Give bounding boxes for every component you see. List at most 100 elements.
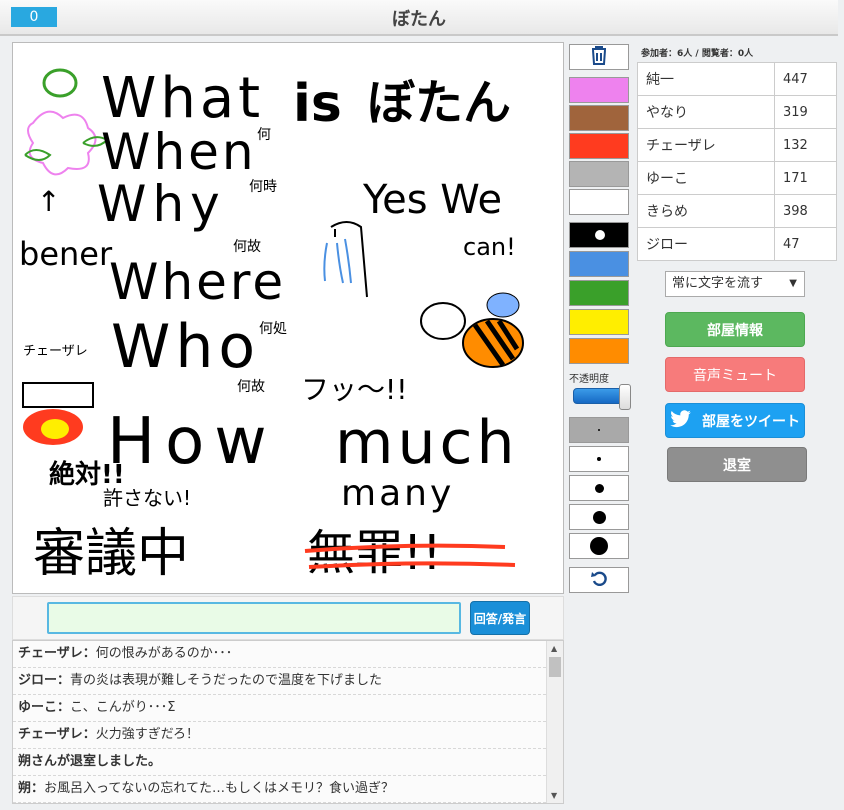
chevron-down-icon: ▼ [789,278,797,289]
chat-scrollbar[interactable]: ▲ ▼ [546,641,563,803]
participants-count: 参加者：6人 / 閲覧者：0人 [641,49,754,59]
player-score: 447 [774,62,837,96]
brush-size-2-button[interactable] [569,446,629,472]
drawing-text: bener [19,235,113,273]
player-score: 132 [774,128,837,162]
color-swatch[interactable] [569,189,629,215]
crown-doodle [22,382,94,408]
drawing-svg[interactable]: What is ぼたん 何 When 何時 ↑ Why 何故 bener Whe… [13,43,563,593]
opacity-slider-thumb[interactable] [619,384,631,410]
chat-message: 朔：お風呂入ってないの忘れてた…もしくはメモリ？食い過ぎ？ [13,776,546,803]
tweet-room-button[interactable]: 部屋をツイート [665,403,805,438]
color-swatch-selected[interactable] [569,222,629,248]
chat-separator: ： [57,700,71,715]
undo-icon [591,570,607,590]
chat-message: チェーザレ：火力強すぎだろ！ [13,722,546,749]
drawing-text: Why [97,175,226,233]
color-swatch[interactable] [569,309,629,335]
drawing-text: チェーザレ [23,344,88,359]
room-info-button[interactable]: 部屋情報 [665,312,805,347]
brush-dot [590,537,608,555]
chat-text: 青の炎は表現が難しそうだったので温度を下げました [70,673,383,688]
drawing-text: Where [109,253,286,311]
drawing-text: 何 [257,127,271,143]
chat-author: ゆーこ [18,700,58,715]
drawing-text: ↑ [37,185,60,218]
drawing-text: can! [463,233,516,261]
chat-message: チェーザレ：何の恨みがあるのか･･･ [13,641,546,668]
chat-separator: ： [31,781,45,796]
score-row: ゆーこ 171 [637,161,837,195]
submit-answer-button[interactable]: 回答/発言 [470,601,530,635]
drawing-text: Who [111,312,260,382]
score-row: きらめ 398 [637,194,837,228]
scroll-up-icon[interactable]: ▲ [551,644,557,653]
drawing-text: フッ〜!! [301,373,407,406]
brush-size-4-button[interactable] [569,504,629,530]
chat-separator: ： [82,727,96,742]
chat-text: こ、こんがり･･･Σ [70,700,176,715]
text-mode-select[interactable]: 常に文字を流す ▼ [665,271,805,297]
drawing-text: 何故 [237,379,265,395]
opacity-slider-track[interactable] [573,388,623,404]
chat-author: チェーザレ [18,727,83,742]
score-table: 純一 447 やなり 319 チェーザレ 132 ゆーこ 171 きらめ 398 ジロー 4… [637,62,837,261]
score-row: 純一 447 [637,62,837,96]
green-doodle [42,68,78,98]
page-title: ぼたん [392,9,446,30]
color-swatch[interactable] [569,251,629,277]
brush-dot [592,510,606,524]
undo-button[interactable] [569,567,629,593]
chat-text: お風呂入ってないの忘れてた…もしくはメモリ？食い過ぎ？ [44,781,394,796]
chat-separator: ： [57,673,71,688]
mute-audio-button[interactable]: 音声ミュート [665,357,805,392]
fire-core [41,419,69,439]
drawing-text: 無罪!! [307,525,442,581]
chat-author: ジロー [18,673,58,688]
bee-wing [486,292,520,318]
chat-system: 朔さんが退室しました。 [18,754,162,769]
color-swatch[interactable] [569,105,629,131]
brush-size-1-button[interactable] [569,417,629,443]
player-name: 純一 [637,62,775,96]
chat-log[interactable]: チェーザレ：何の恨みがあるのか･･･ ジロー：青の炎は表現が難しそうだったので温… [12,640,564,804]
clear-canvas-button[interactable] [569,44,629,70]
drawing-canvas[interactable]: What is ぼたん 何 When 何時 ↑ Why 何故 bener Whe… [12,42,564,594]
drawing-text: is [293,74,342,134]
answer-input[interactable] [47,602,461,634]
color-swatch[interactable] [569,77,629,103]
opacity-slider[interactable] [573,384,631,410]
score-row: やなり 319 [637,95,837,129]
drawing-text: much [335,408,519,478]
chat-message: ジロー：青の炎は表現が難しそうだったので温度を下げました [13,668,546,695]
selected-marker [595,230,605,240]
water-drops [323,238,352,284]
brush-size-3-button[interactable] [569,475,629,501]
brush-dot [594,483,604,493]
player-score: 171 [774,161,837,195]
color-swatch[interactable] [569,338,629,364]
drawing-text: 審議中 [33,524,189,584]
chat-author: 朔 [18,781,32,796]
player-score: 47 [774,227,837,261]
player-score: 319 [774,95,837,129]
tweet-button-label: 部屋をツイート [702,413,800,430]
color-swatch[interactable] [569,133,629,159]
color-swatch[interactable] [569,161,629,187]
twitter-bird-icon [670,409,692,432]
chat-text: 火力強すぎだろ！ [95,727,199,742]
trash-icon [590,45,608,69]
leave-room-button[interactable]: 退室 [667,447,807,482]
color-swatch[interactable] [569,280,629,306]
brush-size-5-button[interactable] [569,533,629,559]
drawing-text: When [101,123,257,181]
chat-message: 朔さんが退室しました。 [13,749,546,776]
scroll-thumb[interactable] [549,657,561,677]
chat-text: 何の恨みがあるのか･･･ [95,646,233,661]
answer-bar: 回答/発言 [12,596,564,640]
opacity-label: 不透明度 [569,374,609,385]
drawing-text: ぼたん [367,75,511,131]
brush-dot [598,429,600,431]
player-name: きらめ [637,194,775,228]
scroll-down-icon[interactable]: ▼ [551,791,557,800]
